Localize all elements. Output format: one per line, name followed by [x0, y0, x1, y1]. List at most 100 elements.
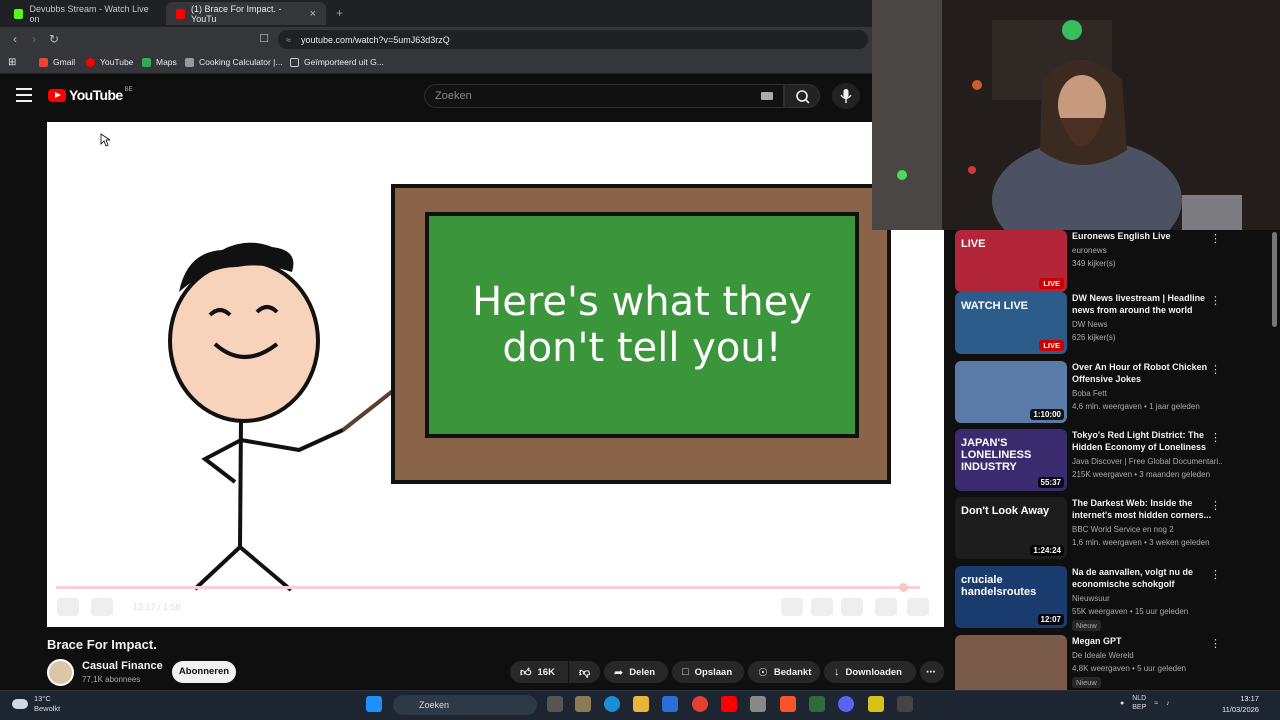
taskbar-search[interactable]: Zoeken	[393, 695, 537, 715]
mic-tray-icon[interactable]: ●	[1120, 700, 1124, 707]
more-options-icon[interactable]: ⋮	[1210, 431, 1221, 444]
recommendation-item[interactable]: Don't Look Away 1:24:24 The Darkest Web: I…	[955, 497, 1225, 559]
bookmark-cooking-calculator[interactable]: Cooking Calculator |...	[185, 57, 282, 67]
chrome-icon[interactable]	[692, 696, 708, 712]
back-button[interactable]: ‹	[7, 31, 23, 47]
voice-search-button[interactable]	[832, 83, 860, 109]
share-button[interactable]: ➦ Delen	[604, 661, 668, 683]
more-options-icon[interactable]: ⋮	[1210, 363, 1221, 376]
recommendation-title[interactable]: The Darkest Web: Inside the internet's m…	[1072, 497, 1212, 521]
bookmark-gmail[interactable]: Gmail	[39, 57, 75, 67]
video-thumbnail[interactable]	[955, 635, 1067, 697]
subscribe-button[interactable]: Abonneren	[172, 661, 236, 683]
recommendation-channel[interactable]: De Ideale Wereld	[1072, 649, 1222, 662]
video-thumbnail[interactable]: Don't Look Away 1:24:24	[955, 497, 1067, 559]
bookmark-youtube[interactable]: YouTube	[86, 57, 133, 67]
menu-icon[interactable]	[16, 88, 32, 102]
kick-app-icon[interactable]	[809, 696, 825, 712]
search-input[interactable]: Zoeken	[424, 84, 784, 108]
thanks-button[interactable]: ☉ Bedankt	[748, 661, 820, 683]
recommendation-item[interactable]: 1:10:00 Over An Hour of Robot Chicken Off…	[955, 361, 1225, 423]
subtitles-button[interactable]	[811, 598, 833, 616]
recommendation-item[interactable]: WATCH LIVE LIVE DW News livestream | Headl…	[955, 292, 1225, 354]
recommendation-title[interactable]: DW News livestream | Headline news from …	[1072, 292, 1212, 316]
calculator-icon[interactable]	[750, 696, 766, 712]
pause-button[interactable]	[57, 598, 79, 616]
app-icon[interactable]	[868, 696, 884, 712]
recommendation-channel[interactable]: euronews	[1072, 244, 1222, 257]
search-button[interactable]	[784, 84, 820, 108]
obs-icon[interactable]	[897, 696, 913, 712]
recommendation-item[interactable]: LIVE LIVE Euronews English Live euronews 349…	[955, 230, 1225, 292]
recommendation-title[interactable]: Na de aanvallen, volgt nu de economische…	[1072, 566, 1212, 590]
edge-icon[interactable]	[604, 696, 620, 712]
discord-icon[interactable]	[838, 696, 854, 712]
new-tab-button[interactable]: +	[336, 6, 343, 20]
volume-button[interactable]	[91, 598, 113, 616]
apps-icon[interactable]: ⊞	[8, 57, 16, 68]
tab-youtube[interactable]: (1) Brace For Impact. - YouTu ×	[166, 2, 326, 25]
video-thumbnail[interactable]: cruciale handelsroutes 12:07	[955, 566, 1067, 628]
language-indicator[interactable]: NLD BEP	[1132, 694, 1146, 712]
video-thumbnail[interactable]: JAPAN'S LONELINESS INDUSTRY 55:37	[955, 429, 1067, 491]
recommendation-title[interactable]: Euronews English Live	[1072, 230, 1212, 242]
recommendation-item[interactable]: JAPAN'S LONELINESS INDUSTRY 55:37 Tokyo's …	[955, 429, 1225, 491]
store-icon[interactable]	[575, 696, 591, 712]
download-button[interactable]: ↓ Downloaden	[824, 661, 916, 683]
tab-devubbs[interactable]: Devubbs Stream - Watch Live on	[4, 2, 164, 25]
more-options-icon[interactable]: ⋮	[1210, 499, 1221, 512]
recommendation-item[interactable]: cruciale handelsroutes 12:07 Na de aanvall…	[955, 566, 1225, 631]
bookmark-maps[interactable]: Maps	[142, 57, 177, 67]
recommendation-channel[interactable]: BBC World Service en nog 2	[1072, 523, 1222, 536]
channel-name[interactable]: Casual Finance	[82, 660, 163, 672]
theater-mode-button[interactable]	[875, 598, 897, 616]
recommendation-title[interactable]: Megan GPT	[1072, 635, 1212, 647]
task-view-icon[interactable]	[547, 696, 563, 712]
recommendation-item[interactable]: Megan GPT De Ideale Wereld 4,8K weergaven …	[955, 635, 1225, 697]
settings-icon[interactable]	[841, 598, 863, 616]
video-thumbnail[interactable]: LIVE LIVE	[955, 230, 1067, 292]
youtube-app-icon[interactable]	[721, 696, 737, 712]
more-options-icon[interactable]: ⋮	[1210, 232, 1221, 245]
recommendation-title[interactable]: Tokyo's Red Light District: The Hidden E…	[1072, 429, 1212, 453]
close-tab-icon[interactable]: ×	[310, 8, 316, 20]
like-button[interactable]: 👍︎ 16K	[510, 661, 568, 683]
system-tray[interactable]: ● NLD BEP ≈ ♪	[1120, 694, 1170, 712]
more-actions-button[interactable]: ⋯	[920, 661, 944, 683]
clock[interactable]: 13:17 11/03/2026	[1222, 693, 1259, 715]
recommendation-channel[interactable]: DW News	[1072, 318, 1222, 331]
recommendation-channel[interactable]: Boba Fett	[1072, 387, 1222, 400]
weather-widget[interactable]: 13°C Bewolkt	[12, 694, 60, 714]
more-options-icon[interactable]: ⋮	[1210, 294, 1221, 307]
wifi-icon[interactable]: ≈	[1154, 700, 1158, 707]
site-info-icon[interactable]: ≈	[286, 35, 291, 45]
address-bar[interactable]: ≈ youtube.com/watch?v=5umJ63d3rzQ	[278, 30, 868, 49]
video-player[interactable]: Here's what they don't tell you! 12:17 /…	[47, 122, 944, 627]
more-options-icon[interactable]: ⋮	[1210, 568, 1221, 581]
windows-start-icon[interactable]	[366, 696, 382, 712]
recommendation-channel[interactable]: Java Discover | Free Global Documentari.…	[1072, 455, 1222, 468]
recommendation-title[interactable]: Over An Hour of Robot Chicken Offensive …	[1072, 361, 1212, 385]
more-options-icon[interactable]: ⋮	[1210, 637, 1221, 650]
sidebar-scrollbar[interactable]	[1272, 232, 1277, 327]
forward-button[interactable]: ›	[26, 31, 42, 47]
bookmark-icon[interactable]: ☐	[256, 31, 272, 47]
dislike-button[interactable]: 👎︎	[569, 661, 600, 683]
autoplay-toggle[interactable]	[781, 598, 803, 616]
progress-scrubber[interactable]	[899, 583, 908, 592]
keyboard-icon[interactable]	[761, 92, 773, 100]
progress-bar[interactable]	[56, 586, 920, 589]
video-thumbnail[interactable]: WATCH LIVE LIVE	[955, 292, 1067, 354]
recommendation-channel[interactable]: Nieuwsuur	[1072, 592, 1222, 605]
brave-icon[interactable]	[780, 696, 796, 712]
reload-button[interactable]: ↻	[46, 31, 62, 47]
save-button[interactable]: □ Opslaan	[672, 661, 744, 683]
mail-icon[interactable]	[662, 696, 678, 712]
fullscreen-button[interactable]	[907, 598, 929, 616]
volume-icon[interactable]: ♪	[1166, 700, 1170, 707]
video-thumbnail[interactable]: 1:10:00	[955, 361, 1067, 423]
bookmark-folder-imported[interactable]: Geïmporteerd uit G...	[290, 57, 384, 67]
file-explorer-icon[interactable]	[633, 696, 649, 712]
channel-avatar[interactable]	[47, 659, 74, 686]
youtube-logo[interactable]: YouTube BE	[48, 87, 133, 103]
